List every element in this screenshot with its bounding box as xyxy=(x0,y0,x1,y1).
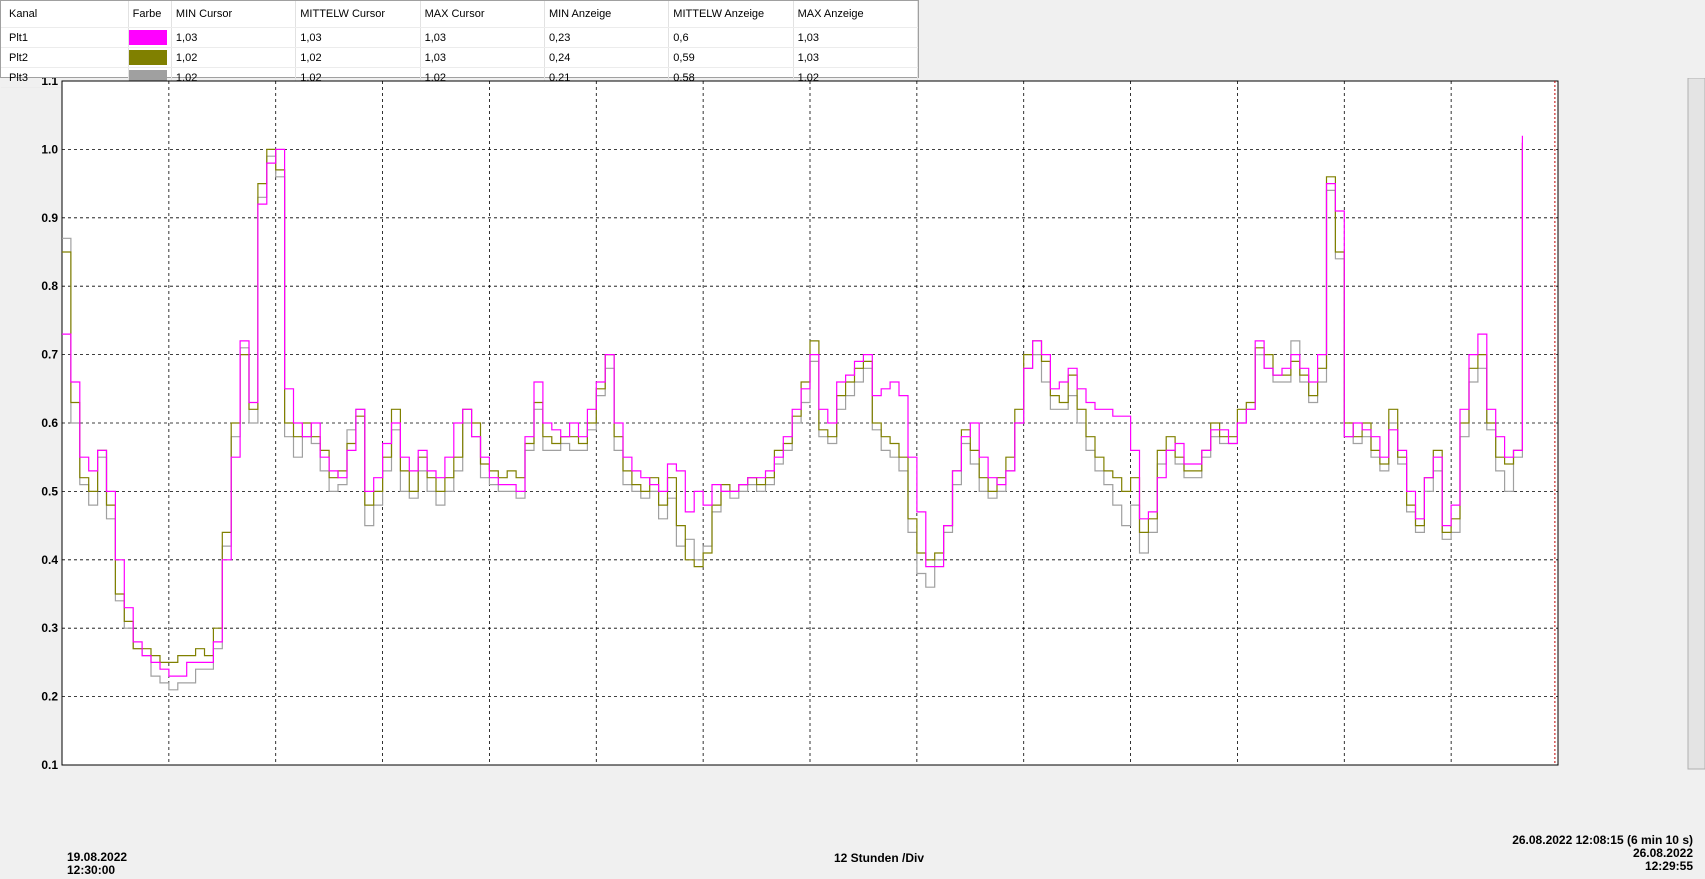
header-mittelw-cursor[interactable]: MITTELW Cursor xyxy=(295,1,421,28)
y-tick-label: 0.8 xyxy=(41,279,58,293)
y-tick-label: 0.6 xyxy=(41,416,58,430)
min-cursor-cell: 1,03 xyxy=(171,27,297,48)
start-time: 12:30:00 xyxy=(67,863,116,877)
time-scale-label: 12 Stunden /Div xyxy=(834,851,925,865)
header-max-cursor[interactable]: MAX Cursor xyxy=(420,1,545,28)
mittelw-cursor-cell: 1,03 xyxy=(295,27,421,48)
y-tick-label: 0.2 xyxy=(41,690,58,704)
header-farbe[interactable]: Farbe xyxy=(128,1,172,28)
cursor-group[interactable] xyxy=(1554,78,1705,770)
y-tick-label: 0.9 xyxy=(41,211,58,225)
y-tick-label: 0.3 xyxy=(41,621,58,635)
y-tick-label: 0.1 xyxy=(41,758,58,772)
mittelw-cursor-cell: 1,02 xyxy=(295,47,421,68)
legend-header-row: Kanal Farbe MIN Cursor MITTELW Cursor MA… xyxy=(1,1,919,28)
y-tick-label: 1.1 xyxy=(41,78,58,88)
end-time: 12:29:55 xyxy=(1644,859,1693,873)
line-chart[interactable]: 1.1 1.0 0.9 0.8 0.7 0.6 0.5 0.4 0.3 0.2 0.1 xyxy=(0,78,1705,838)
max-cursor-cell: 1,03 xyxy=(420,47,545,68)
x-axis-end-label: 26.08.2022 12:08:15 (6 min 10 s) 26.08.2… xyxy=(1512,834,1693,873)
color-swatch xyxy=(128,30,167,45)
header-mittelw-anzeige[interactable]: MITTELW Anzeige xyxy=(668,1,794,28)
x-axis-start-label: 19.08.2022 12:30:00 xyxy=(67,851,127,877)
header-max-anzeige[interactable]: MAX Anzeige xyxy=(793,1,919,28)
y-axis: 1.1 1.0 0.9 0.8 0.7 0.6 0.5 0.4 0.3 0.2 0.1 xyxy=(41,78,58,772)
y-tick-label: 0.7 xyxy=(41,348,58,362)
color-cell[interactable] xyxy=(128,27,172,48)
legend-row-plt2[interactable]: Plt2 1,02 1,02 1,03 0,24 0,59 1,03 xyxy=(1,47,919,68)
legend-row-plt1[interactable]: Plt1 1,03 1,03 1,03 0,23 0,6 1,03 xyxy=(1,27,919,48)
header-min-anzeige[interactable]: MIN Anzeige xyxy=(544,1,670,28)
kanal-cell: Plt1 xyxy=(1,27,129,48)
color-swatch xyxy=(128,50,167,65)
header-min-cursor[interactable]: MIN Cursor xyxy=(171,1,297,28)
kanal-cell: Plt2 xyxy=(1,47,129,68)
max-anzeige-cell: 1,03 xyxy=(793,47,919,68)
min-anzeige-cell: 0,24 xyxy=(544,47,670,68)
max-anzeige-cell: 1,03 xyxy=(793,27,919,48)
max-cursor-cell: 1,03 xyxy=(420,27,545,48)
channel-legend-table: Kanal Farbe MIN Cursor MITTELW Cursor MA… xyxy=(0,0,919,88)
color-cell[interactable] xyxy=(128,47,172,68)
min-cursor-cell: 1,02 xyxy=(171,47,297,68)
y-tick-label: 1.0 xyxy=(41,142,58,156)
header-kanal[interactable]: Kanal xyxy=(1,1,129,28)
min-anzeige-cell: 0,23 xyxy=(544,27,670,48)
mittelw-anzeige-cell: 0,59 xyxy=(668,47,794,68)
right-scrollbar[interactable] xyxy=(1687,78,1705,770)
mittelw-anzeige-cell: 0,6 xyxy=(668,27,794,48)
y-tick-label: 0.5 xyxy=(41,484,58,498)
y-tick-label: 0.4 xyxy=(41,553,58,567)
